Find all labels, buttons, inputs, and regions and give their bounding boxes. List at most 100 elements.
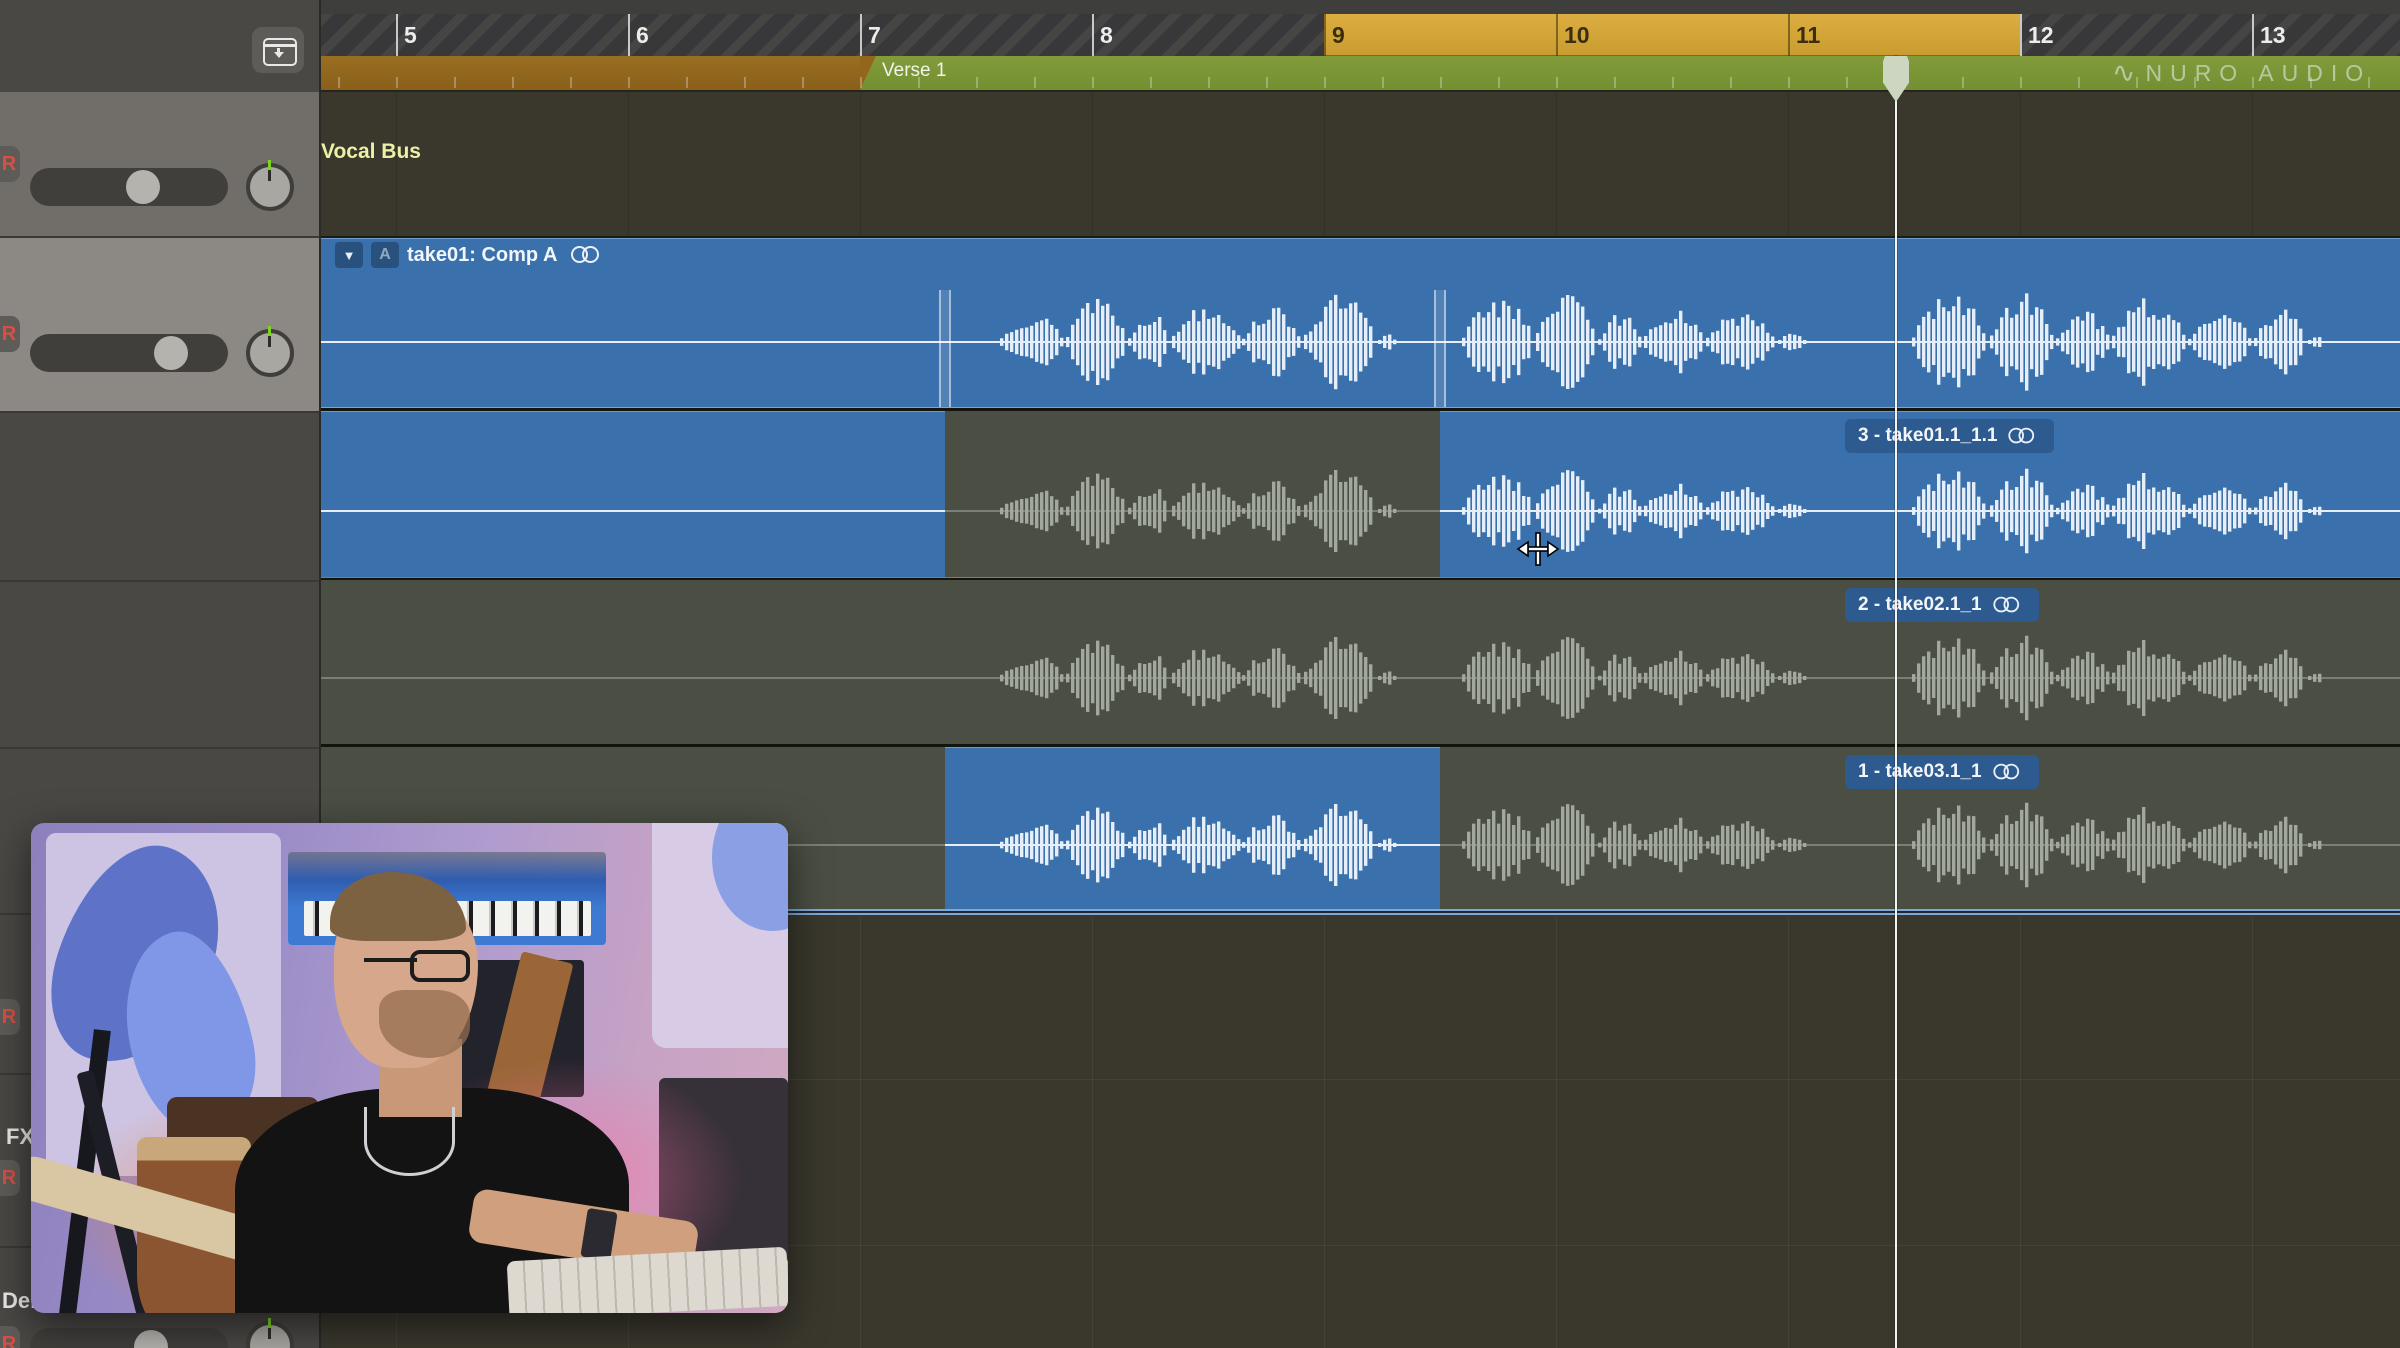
sidebar-divider <box>0 580 321 582</box>
pan-knob[interactable] <box>246 329 294 377</box>
sidebar-divider <box>0 411 321 413</box>
window-down-arrow-icon <box>263 38 297 66</box>
stereo-icon <box>2009 427 2040 445</box>
ruler-top-strip <box>321 0 2400 14</box>
bus-region-label: Vocal Bus <box>321 140 421 164</box>
beat-tick <box>1962 77 1964 88</box>
record-enable-button[interactable]: R <box>0 999 20 1035</box>
beat-tick <box>686 77 688 88</box>
beat-tick <box>1440 77 1442 88</box>
sidebar-divider <box>0 747 321 749</box>
beat-tick <box>628 77 630 88</box>
take-name-label: 1 - take03.1_1 <box>1858 761 1982 783</box>
bar-number: 6 <box>636 21 649 49</box>
bar-line <box>2252 14 2254 56</box>
bar-line <box>396 14 398 56</box>
beat-tick <box>570 77 572 88</box>
take-name-label: 3 - take01.1_1.1 <box>1858 425 1997 447</box>
import-button[interactable] <box>252 27 304 73</box>
beat-tick <box>338 77 340 88</box>
volume-slider-thumb[interactable] <box>154 336 188 370</box>
bar-gridline <box>2252 92 2253 236</box>
bar-gridline <box>1092 916 1093 1348</box>
beat-tick <box>1382 77 1384 88</box>
bar-gridline <box>396 92 397 236</box>
bar-gridline <box>1788 92 1789 236</box>
bar-number: 13 <box>2260 21 2286 49</box>
bar-line <box>1092 14 1094 56</box>
move-cursor <box>1516 527 1560 571</box>
stereo-icon <box>1993 763 2024 781</box>
webcam-person-glasses <box>410 950 471 982</box>
section-marker-previous[interactable] <box>321 56 860 90</box>
track-header-comp-selected[interactable]: R <box>0 238 321 411</box>
beat-tick <box>1672 77 1674 88</box>
webcam-necklace <box>364 1107 455 1176</box>
volume-slider[interactable] <box>30 334 228 372</box>
beat-tick <box>976 77 978 88</box>
beat-tick <box>1150 77 1152 88</box>
cycle-region[interactable] <box>1324 14 2020 56</box>
stereo-icon <box>1993 596 2024 614</box>
record-enable-button[interactable]: R <box>0 316 20 352</box>
verse-marker-label: Verse 1 <box>882 60 946 82</box>
comp-track-region[interactable]: ▼ A take01: Comp A <box>321 238 2400 407</box>
bar-gridline <box>2020 92 2021 236</box>
bar-gridline <box>860 916 861 1348</box>
beat-tick <box>454 77 456 88</box>
take-name-badge[interactable]: 3 - take01.1_1.1 <box>1845 419 2054 453</box>
beat-tick <box>1034 77 1036 88</box>
take-name-label: 2 - take02.1_1 <box>1858 594 1982 616</box>
bar-gridline <box>2020 916 2021 1348</box>
watermark: ∿ NURO AUDIO <box>2112 56 2371 90</box>
volume-slider-thumb[interactable] <box>134 1330 168 1348</box>
beat-tick <box>918 77 920 88</box>
beat-tick <box>1730 77 1732 88</box>
take-name-badge[interactable]: 1 - take03.1_1 <box>1845 755 2039 789</box>
bar-line <box>1324 14 1326 56</box>
beat-tick <box>396 77 398 88</box>
webcam-person-glasses-arm <box>364 958 417 962</box>
beat-tick <box>1788 77 1790 88</box>
bar-ruler[interactable]: 5678910111213 <box>321 14 2400 56</box>
record-enable-button[interactable]: R <box>0 146 20 182</box>
pan-knob[interactable] <box>246 163 294 211</box>
bar-gridline <box>1556 916 1557 1348</box>
track-header-vocal-bus[interactable]: R <box>0 92 321 236</box>
playhead-line[interactable] <box>1895 56 1897 1348</box>
bar-number: 9 <box>1332 21 1345 49</box>
bar-line <box>1788 14 1790 56</box>
pan-knob[interactable] <box>246 1321 294 1348</box>
volume-slider[interactable] <box>30 168 228 206</box>
beat-tick <box>1324 77 1326 88</box>
take-lane[interactable]: 3 - take01.1_1.1 <box>321 411 2400 577</box>
beat-tick <box>860 77 862 88</box>
volume-slider[interactable] <box>30 1328 228 1348</box>
beat-tick <box>1266 77 1268 88</box>
volume-slider-thumb[interactable] <box>126 170 160 204</box>
beat-tick <box>2078 77 2080 88</box>
bar-number: 11 <box>1796 21 1820 49</box>
beat-tick <box>1556 77 1558 88</box>
marker-strip[interactable]: Verse 1 ∿ NURO AUDIO <box>321 56 2400 90</box>
beat-tick <box>744 77 746 88</box>
take-name-badge[interactable]: 2 - take02.1_1 <box>1845 588 2039 622</box>
beat-tick <box>1092 77 1094 88</box>
webcam-overlay <box>31 823 788 1313</box>
bar-gridline <box>1556 92 1557 236</box>
record-enable-button[interactable]: R <box>0 1326 20 1348</box>
track-row-vocal-bus[interactable]: Vocal Bus <box>321 92 2400 236</box>
beat-tick <box>1614 77 1616 88</box>
bar-number: 7 <box>868 21 881 49</box>
fx-track-label: FX <box>6 1124 34 1150</box>
bar-gridline <box>1324 916 1325 1348</box>
audio-waveform <box>321 580 2400 744</box>
take-lane[interactable]: 2 - take02.1_1 <box>321 580 2400 744</box>
record-enable-button[interactable]: R <box>0 1160 20 1196</box>
beat-tick <box>1208 77 1210 88</box>
bar-line <box>860 14 862 56</box>
row-separator <box>321 90 2400 92</box>
bar-number: 12 <box>2028 21 2054 49</box>
bar-gridline <box>860 92 861 236</box>
bar-gridline <box>1324 92 1325 236</box>
